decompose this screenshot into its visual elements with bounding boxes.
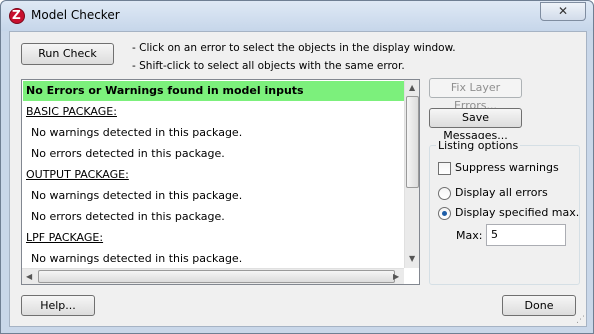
package-header[interactable]: LPF PACKAGE: (23, 228, 404, 248)
run-check-button[interactable]: Run Check (21, 43, 114, 65)
horizontal-scrollbar[interactable]: ◀ ▶ (22, 268, 404, 284)
list-item[interactable]: No warnings detected in this package. (23, 186, 404, 206)
listing-options-label: Listing options (436, 139, 521, 152)
list-item[interactable]: No warnings detected in this package. (23, 249, 404, 269)
scroll-up-arrow-icon[interactable]: ▲ (409, 83, 415, 92)
title-bar: Z Model Checker ✕ (1, 1, 593, 31)
max-input[interactable]: 5 (486, 224, 566, 246)
radio-selected-dot (442, 211, 447, 216)
scroll-down-arrow-icon[interactable]: ▼ (409, 254, 415, 263)
scroll-left-arrow-icon[interactable]: ◀ (26, 272, 32, 281)
messages-list[interactable]: No Errors or Warnings found in model inp… (21, 79, 420, 285)
max-label: Max: (456, 229, 483, 242)
horizontal-scroll-thumb[interactable] (38, 270, 395, 283)
display-specified-max-radio[interactable] (438, 207, 451, 220)
resize-grip-icon[interactable]: ⋰ (576, 315, 585, 325)
vertical-scrollbar[interactable]: ▲ ▼ (404, 80, 419, 268)
list-item[interactable]: No errors detected in this package. (23, 207, 404, 227)
app-logo-icon: Z (9, 8, 25, 24)
suppress-warnings-label[interactable]: Suppress warnings (455, 161, 559, 174)
display-all-errors-radio[interactable] (438, 187, 451, 200)
model-checker-window: Z Model Checker ✕ Run Check - Click on a… (0, 0, 594, 334)
window-title: Model Checker (31, 8, 120, 22)
help-button[interactable]: Help... (21, 295, 95, 316)
close-button[interactable]: ✕ (540, 2, 586, 21)
hint-shift-click: - Shift-click to select all objects with… (132, 60, 405, 72)
package-header[interactable]: OUTPUT PACKAGE: (23, 165, 404, 185)
scroll-right-arrow-icon[interactable]: ▶ (393, 272, 399, 281)
vertical-scroll-thumb[interactable] (406, 96, 419, 188)
done-button[interactable]: Done (502, 295, 576, 316)
display-specified-max-label[interactable]: Display specified max. (455, 206, 579, 219)
hint-click: - Click on an error to select the object… (132, 42, 456, 54)
status-message[interactable]: No Errors or Warnings found in model inp… (23, 81, 404, 101)
package-header[interactable]: BASIC PACKAGE: (23, 102, 404, 122)
suppress-warnings-checkbox[interactable] (438, 162, 451, 175)
list-item[interactable]: No errors detected in this package. (23, 144, 404, 164)
display-all-errors-label[interactable]: Display all errors (455, 186, 548, 199)
list-item[interactable]: No warnings detected in this package. (23, 123, 404, 143)
fix-layer-errors-button[interactable]: Fix Layer Errors... (429, 78, 522, 112)
save-messages-button[interactable]: Save Messages... (429, 108, 522, 142)
dialog-body: Run Check - Click on an error to select … (9, 31, 587, 327)
